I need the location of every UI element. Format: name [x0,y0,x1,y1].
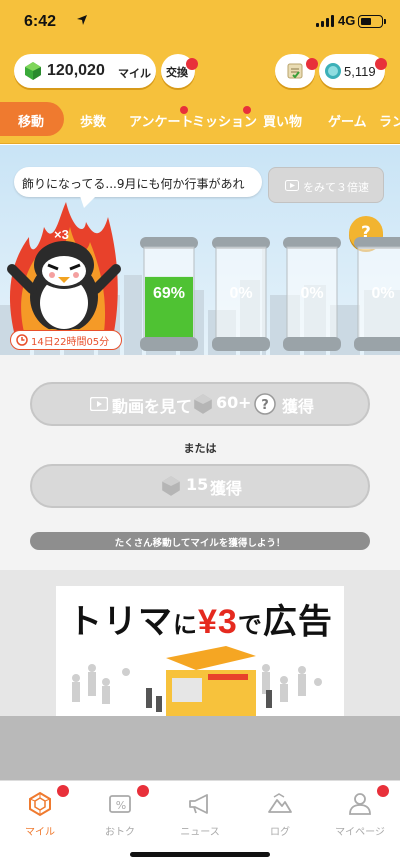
ad-banner[interactable]: トリマに¥3で広告 [56,586,344,716]
gem-gray-icon [162,476,180,496]
exchange-badge [186,58,198,70]
status-bar: 6:42 4G [0,0,400,44]
triple-speed-button[interactable]: をみて３倍速 [268,167,384,203]
svg-text:%: % [116,799,126,812]
nav-deals-badge [137,785,149,797]
tab-game[interactable]: ゲーム [328,111,367,130]
video-icon [285,180,299,191]
category-tabs: 移動 歩数 アンケート ミッション 買い物 ゲーム ラン [0,94,400,144]
gem-outline-icon [29,791,51,817]
ad-headline: トリマに¥3で広告 [68,594,333,643]
ad-area: トリマに¥3で広告 [0,570,400,780]
miles-unit: マイル [118,67,151,80]
mile-tank-4[interactable]: 0% [352,235,400,353]
video-prefix: 動画を見て [112,397,193,416]
video-amount: 60 [216,393,239,412]
clock-icon [16,334,28,346]
or-separator: または [183,442,217,455]
triple-speed-label: をみて３倍速 [303,181,369,194]
tab-ranking[interactable]: ラン [379,111,400,130]
tab-mission-badge [243,106,251,114]
clock: 6:42 [24,13,57,30]
earn-actions: 動画を見て 60 + ? 獲得 または 15 獲得 たくさん移動してマイルを獲得… [0,355,400,570]
exchange-label: 交換 [166,66,188,79]
tab-survey-badge [180,106,188,114]
ad-illustration [72,646,322,716]
nav-mypage-label: マイページ [335,827,385,838]
megaphone-icon [189,794,208,814]
hint-banner: たくさん移動してマイルを獲得しよう！ [30,532,370,550]
home-indicator[interactable] [130,852,270,857]
speech-bubble: 飾りになってる...9月にも何か行事があれ [14,167,262,197]
nav-mypage-badge [377,785,389,797]
ad-text-5: 広告 [262,603,333,641]
signal-icon [316,15,334,27]
multiplier-label: ×3 [54,227,69,242]
penguin-mascot [7,202,121,337]
network-type: 4G [338,13,356,28]
earn-suffix: 獲得 [210,479,243,498]
battery-icon [358,15,383,28]
hero-panel: 飾りになってる...9月にも何か行事があれ をみて３倍速 ? ×3 14日22時… [0,145,400,355]
video-icon [90,397,108,411]
nav-deals-label: おトク [105,827,135,838]
hint-text: たくさん移動してマイルを獲得しよう！ [114,538,286,549]
tank-1-percent: 69% [152,285,186,302]
mile-tank-2[interactable]: 0% [210,235,272,353]
coin-icon [325,63,341,79]
tab-move-label: 移動 [18,115,45,130]
ad-text-2: に [173,612,198,639]
mile-tank-1[interactable]: 69% [138,235,200,353]
coin-value: 5,119 [344,64,376,79]
video-plus: + [238,393,252,412]
mountain-icon [268,793,292,813]
percent-ticket-icon: % [109,795,131,813]
ad-text-price: ¥3 [198,603,238,641]
scroll-icon [287,63,303,79]
person-icon [349,793,371,815]
tank-2-percent: 0% [229,285,253,302]
nav-news[interactable]: ニュース [160,789,240,839]
scroll-badge [306,58,318,70]
nav-miles[interactable]: マイル [0,789,80,839]
nav-miles-label: マイル [25,827,55,838]
svg-text:?: ? [261,398,269,413]
tab-shopping[interactable]: 買い物 [263,111,302,130]
miles-value: 120,020 [47,62,105,79]
ad-text-1: トリマ [68,603,173,641]
tab-steps[interactable]: 歩数 [80,111,106,130]
timer-text: 14日22時間05分 [31,337,110,348]
miles-balance[interactable]: 120,020 マイル [14,54,156,88]
ad-placeholder [0,716,400,780]
nav-miles-badge [57,785,69,797]
coin-badge [375,58,387,70]
video-suffix: 獲得 [282,397,315,416]
nav-news-label: ニュース [180,827,220,838]
earn-amount: 15 [186,475,209,494]
nav-mypage[interactable]: マイページ [320,789,400,839]
mile-tank-3[interactable]: 0% [281,235,343,353]
question-circle-icon: ? [254,393,276,415]
gem-gray-icon [194,394,212,414]
earn-button[interactable]: 15 獲得 [30,464,370,508]
battery-cap [384,19,386,24]
app-header: 6:42 4G 120,020 マイル 交換 5,119 [0,0,400,94]
coin-balance[interactable]: 5,119 [319,54,385,88]
tank-4-percent: 0% [371,285,395,302]
tank-3-percent: 0% [300,285,324,302]
nav-log-label: ログ [270,827,290,838]
location-arrow-icon [77,15,87,25]
nav-log[interactable]: ログ [240,789,320,839]
tab-move[interactable]: 移動 [0,102,64,136]
gem-icon [25,62,41,80]
ad-text-4: で [237,612,263,639]
boost-timer: 14日22時間05分 [10,330,122,350]
watch-video-earn-button[interactable]: 動画を見て 60 + ? 獲得 [30,382,370,426]
nav-deals[interactable]: % おトク [80,789,160,839]
bubble-message: 飾りになってる...9月にも何か行事があれ [22,177,245,191]
